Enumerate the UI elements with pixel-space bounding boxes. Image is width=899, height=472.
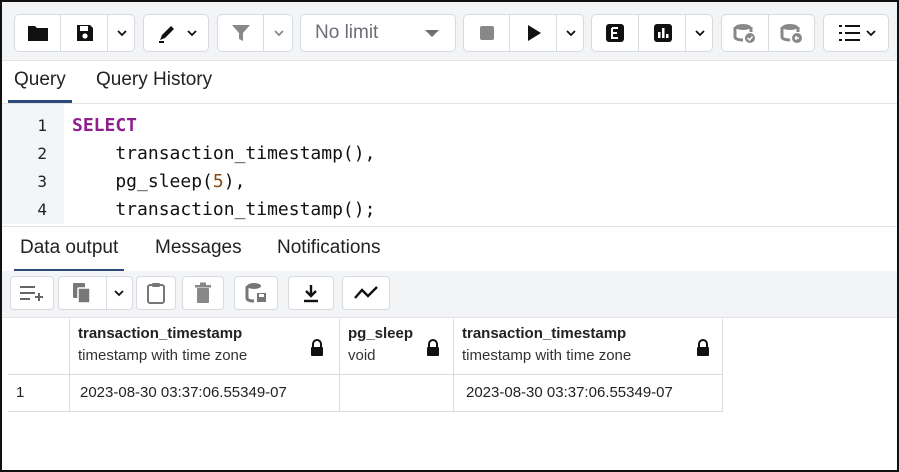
lock-icon — [311, 339, 323, 356]
execute-options-dropdown[interactable] — [556, 15, 584, 51]
explain-button[interactable] — [592, 15, 638, 51]
execute-button[interactable] — [509, 15, 557, 51]
caret-down-icon — [425, 30, 439, 37]
add-row-icon — [20, 286, 43, 301]
explain-analyze-icon — [653, 24, 672, 42]
commit-icon — [733, 24, 755, 43]
tab-data-output[interactable]: Data output — [13, 237, 125, 272]
column-name: transaction_timestamp — [462, 325, 627, 342]
trash-icon — [195, 282, 211, 303]
tab-query[interactable]: Query — [8, 69, 72, 103]
row-number: 1 — [16, 384, 25, 401]
lock-icon — [697, 339, 709, 356]
filter-icon — [231, 25, 250, 41]
download-icon — [304, 285, 318, 303]
cell-value: 2023-08-30 03:37:06.55349-07 — [80, 384, 287, 401]
filter-options-dropdown[interactable] — [263, 15, 293, 51]
tab-query-history[interactable]: Query History — [96, 69, 212, 91]
play-icon — [527, 25, 541, 41]
row-number-header — [8, 319, 70, 375]
line-number: 2 — [37, 144, 47, 163]
table-cell[interactable] — [340, 375, 454, 412]
database-save-icon — [245, 283, 266, 303]
copy-button[interactable] — [59, 282, 106, 304]
explain-analyze-button[interactable] — [638, 15, 686, 51]
lock-icon — [427, 339, 439, 356]
rollback-button[interactable] — [768, 15, 815, 51]
chevron-down-icon — [114, 290, 124, 297]
table-cell[interactable]: 2023-08-30 03:37:06.55349-07 — [454, 375, 723, 412]
chevron-down-icon — [694, 30, 705, 37]
explain-options-dropdown[interactable] — [685, 15, 713, 51]
macros-button[interactable] — [823, 14, 889, 52]
clipboard-icon — [147, 283, 165, 304]
sql-editor[interactable]: 1 2 3 4 SELECT transaction_timestamp(), … — [2, 104, 897, 224]
open-file-button[interactable] — [15, 15, 60, 51]
line-chart-icon — [354, 286, 378, 299]
tab-notifications[interactable]: Notifications — [277, 237, 381, 259]
save-data-changes-button[interactable] — [234, 276, 278, 310]
chevron-down-icon — [866, 30, 876, 37]
execute-button-group — [463, 14, 584, 52]
chevron-down-icon — [565, 30, 576, 37]
folder-icon — [27, 26, 48, 41]
save-file-button[interactable] — [60, 15, 108, 51]
edit-icon — [159, 26, 174, 43]
code-line: transaction_timestamp(); — [72, 199, 376, 220]
copy-button-group — [58, 276, 133, 310]
filter-button[interactable] — [218, 15, 263, 51]
copy-options-dropdown[interactable] — [105, 277, 132, 309]
code-line: transaction_timestamp(), — [72, 143, 376, 164]
row-number-cell[interactable]: 1 — [8, 375, 70, 412]
file-button-group — [14, 14, 135, 52]
explain-icon — [606, 24, 624, 42]
delete-button[interactable] — [182, 276, 224, 310]
column-type: void — [348, 347, 376, 364]
cell-value: 2023-08-30 03:37:06.55349-07 — [466, 384, 673, 401]
download-button[interactable] — [288, 276, 334, 310]
explain-button-group — [591, 14, 713, 52]
pgadmin-window: No limit Query Query History 1 2 3 4 SEL… — [0, 0, 899, 472]
row-limit-select[interactable]: No limit — [300, 14, 456, 52]
column-name: transaction_timestamp — [78, 325, 243, 342]
code-line: pg_sleep(5), — [72, 171, 246, 192]
line-number: 4 — [37, 200, 47, 219]
query-tabs: Query Query History — [2, 61, 897, 104]
add-row-button[interactable] — [10, 276, 54, 310]
column-header[interactable]: transaction_timestamp timestamp with tim… — [454, 319, 723, 375]
column-type: timestamp with time zone — [78, 347, 248, 364]
chevron-down-icon — [273, 30, 284, 37]
line-number: 3 — [37, 172, 47, 191]
copy-icon — [73, 283, 92, 304]
line-number-gutter: 1 2 3 4 — [2, 104, 64, 224]
macros-icon — [839, 25, 860, 41]
query-toolbar: No limit — [2, 2, 897, 61]
column-type: timestamp with time zone — [462, 347, 632, 364]
transaction-button-group — [721, 14, 815, 52]
tab-messages[interactable]: Messages — [155, 237, 242, 259]
column-header[interactable]: transaction_timestamp timestamp with tim… — [70, 319, 340, 375]
rollback-icon — [780, 24, 802, 43]
row-limit-value: No limit — [315, 22, 379, 43]
chevron-down-icon — [187, 30, 197, 37]
data-output-toolbar — [2, 271, 897, 318]
table-cell[interactable]: 2023-08-30 03:37:06.55349-07 — [70, 375, 340, 412]
stop-icon — [479, 26, 494, 40]
column-header[interactable]: pg_sleep void — [340, 319, 454, 375]
output-tabs: Data output Messages Notifications — [2, 226, 897, 272]
graph-visualiser-button[interactable] — [342, 276, 390, 310]
commit-button[interactable] — [722, 15, 768, 51]
save-options-dropdown[interactable] — [107, 15, 135, 51]
filter-button-group — [217, 14, 293, 52]
line-number: 1 — [37, 116, 47, 135]
column-name: pg_sleep — [348, 325, 414, 342]
paste-button[interactable] — [136, 276, 176, 310]
stop-button[interactable] — [464, 15, 509, 51]
chevron-down-icon — [116, 30, 127, 37]
save-icon — [76, 25, 93, 41]
edit-menu-button[interactable] — [143, 14, 209, 52]
code-keyword-select: SELECT — [72, 115, 138, 136]
